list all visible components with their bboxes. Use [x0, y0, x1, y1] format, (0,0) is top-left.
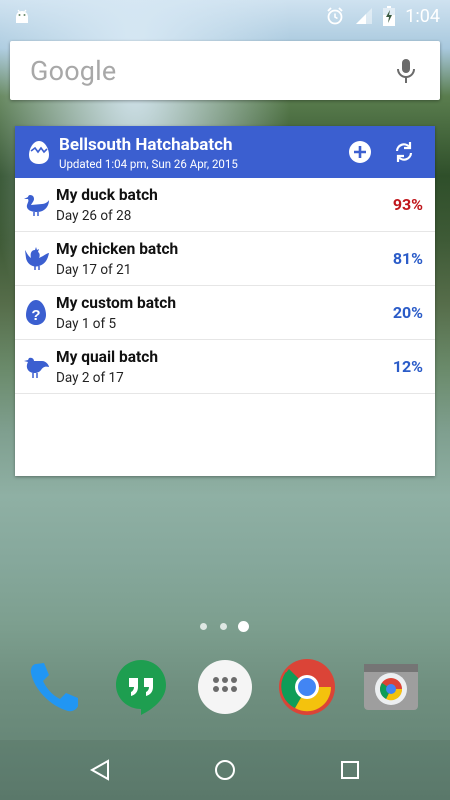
battery-charging-icon	[383, 6, 396, 26]
hatchabatch-widget: Bellsouth Hatchabatch Updated 1:04 pm, S…	[15, 126, 435, 476]
question-icon: ?	[26, 300, 46, 325]
batch-percent: 81%	[392, 249, 423, 268]
chicken-icon	[25, 247, 49, 270]
page-dot	[200, 623, 207, 630]
status-time: 1:04	[405, 5, 440, 27]
egg-icon	[29, 141, 49, 164]
back-icon[interactable]	[88, 758, 112, 782]
batch-day: Day 2 of 17	[56, 370, 124, 386]
batch-row-quail[interactable]: My quail batch Day 2 of 17 12%	[15, 340, 435, 394]
batch-name: My custom batch	[56, 294, 177, 312]
google-search-bar[interactable]: Google	[10, 41, 440, 100]
batch-list: My duck batch Day 26 of 28 93% My chicke…	[15, 178, 435, 394]
refresh-button[interactable]	[392, 140, 416, 164]
phone-icon[interactable]	[26, 658, 84, 716]
add-batch-button[interactable]	[348, 140, 372, 164]
widget-title: Bellsouth Hatchabatch	[59, 135, 233, 155]
batch-day: Day 26 of 28	[56, 208, 132, 224]
batch-name: My chicken batch	[56, 240, 179, 258]
home-icon[interactable]	[213, 758, 237, 782]
dock	[0, 650, 450, 730]
chrome-icon[interactable]	[278, 658, 336, 716]
hangouts-icon[interactable]	[112, 658, 170, 716]
batch-day: Day 17 of 21	[56, 262, 132, 278]
google-logo: Google	[30, 55, 117, 87]
signal-icon	[356, 8, 373, 24]
batch-name: My quail batch	[56, 348, 159, 366]
svg-text:?: ?	[31, 307, 40, 324]
batch-row-custom[interactable]: ? My custom batch Day 1 of 5 20%	[15, 286, 435, 340]
batch-row-chicken[interactable]: My chicken batch Day 17 of 21 81%	[15, 232, 435, 286]
status-bar: 1:04	[0, 0, 450, 32]
app-drawer-icon[interactable]	[196, 658, 254, 716]
batch-name: My duck batch	[56, 186, 158, 204]
batch-day: Day 1 of 5	[56, 316, 117, 332]
quail-icon	[24, 357, 49, 378]
camera-icon[interactable]	[362, 658, 420, 716]
page-dot-active	[238, 621, 249, 632]
android-icon	[16, 9, 28, 23]
batch-percent: 93%	[392, 195, 423, 214]
batch-percent: 20%	[392, 303, 423, 322]
recents-icon[interactable]	[338, 758, 362, 782]
widget-updated-text: Updated 1:04 pm, Sun 26 Apr, 2015	[59, 157, 238, 171]
page-indicator	[200, 620, 252, 632]
batch-row-duck[interactable]: My duck batch Day 26 of 28 93%	[15, 178, 435, 232]
navigation-bar	[0, 740, 450, 800]
alarm-icon	[327, 7, 343, 25]
mic-icon[interactable]	[394, 57, 418, 85]
batch-percent: 12%	[392, 357, 423, 376]
duck-icon	[24, 195, 49, 216]
page-dot	[220, 623, 227, 630]
widget-header: Bellsouth Hatchabatch Updated 1:04 pm, S…	[15, 126, 435, 178]
status-icons: 1:04	[325, 5, 440, 27]
